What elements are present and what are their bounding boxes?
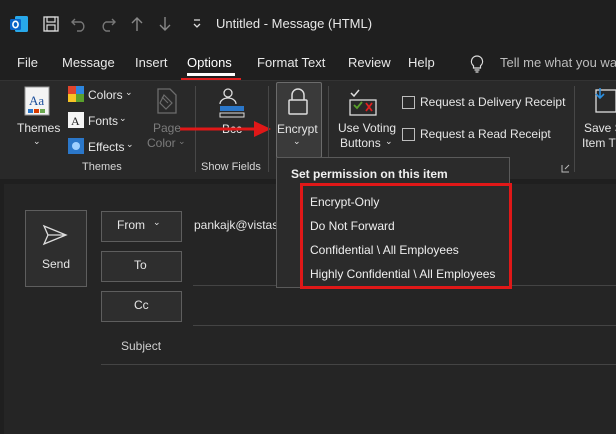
title-bar: Untitled - Message (HTML) xyxy=(0,0,616,48)
ribbon-separator xyxy=(268,86,269,172)
save-icon[interactable] xyxy=(42,15,60,33)
tell-me-search[interactable]: Tell me what you wa xyxy=(500,55,616,70)
tab-review[interactable]: Review xyxy=(348,55,391,70)
page-color-icon xyxy=(157,88,177,114)
lightbulb-icon xyxy=(470,55,484,73)
send-icon xyxy=(42,224,68,246)
encrypt-label: Encrypt xyxy=(277,122,318,136)
chevron-down-icon: ⌄ xyxy=(125,87,133,97)
delivery-receipt-checkbox[interactable] xyxy=(402,96,415,109)
fonts-button[interactable]: Fonts xyxy=(88,114,118,128)
effects-button[interactable]: Effects xyxy=(88,140,124,154)
dropdown-header: Set permission on this item xyxy=(291,167,448,181)
colors-icon xyxy=(68,86,84,102)
tab-insert[interactable]: Insert xyxy=(135,55,168,70)
use-voting-buttons-line2: Buttons xyxy=(340,136,381,150)
cc-field-underline xyxy=(193,325,616,326)
delivery-receipt-label: Request a Delivery Receipt xyxy=(420,95,566,109)
tab-options[interactable]: Options xyxy=(187,55,232,70)
send-label: Send xyxy=(42,257,71,271)
bcc-icon xyxy=(219,88,245,118)
subject-label: Subject xyxy=(121,339,162,353)
cc-label: Cc xyxy=(134,298,149,312)
chevron-down-icon: ⌄ xyxy=(153,217,161,227)
save-item-icon xyxy=(595,88,616,113)
tab-message[interactable]: Message xyxy=(62,55,115,70)
lock-icon xyxy=(288,88,308,115)
chevron-down-icon: ⌄ xyxy=(293,136,301,146)
red-highlight-box xyxy=(300,183,512,289)
to-label: To xyxy=(134,258,147,272)
read-receipt-label: Request a Read Receipt xyxy=(420,127,551,141)
tab-help[interactable]: Help xyxy=(408,55,435,70)
active-tab-indicator xyxy=(187,73,235,76)
read-receipt-checkbox[interactable] xyxy=(402,128,415,141)
from-address: pankajk@vistas xyxy=(194,218,279,232)
tab-format-text[interactable]: Format Text xyxy=(257,55,325,70)
customize-toolbar-icon[interactable] xyxy=(188,15,206,33)
dialog-launcher-icon[interactable] xyxy=(561,164,570,173)
effects-icon xyxy=(68,138,84,154)
page-color-button-line2: Color xyxy=(147,136,176,150)
fonts-icon: A xyxy=(68,112,84,128)
ribbon-separator xyxy=(574,86,575,172)
show-fields-group-label: Show Fields xyxy=(201,161,261,173)
save-item-line2: Item T xyxy=(582,136,616,150)
page-color-button[interactable]: Page xyxy=(153,121,181,135)
from-label: From xyxy=(117,218,145,232)
svg-text:A: A xyxy=(71,114,80,128)
window-title: Untitled - Message (HTML) xyxy=(216,16,373,31)
outlook-logo-icon xyxy=(10,16,28,32)
tab-file[interactable]: File xyxy=(17,55,38,70)
red-arrow-annotation xyxy=(180,121,271,137)
chevron-down-icon: ⌄ xyxy=(126,139,134,149)
down-arrow-icon[interactable] xyxy=(156,15,174,33)
redo-icon[interactable] xyxy=(99,15,117,33)
themes-icon: Aa xyxy=(24,86,50,116)
up-arrow-icon[interactable] xyxy=(128,15,146,33)
subject-field-underline xyxy=(101,364,616,365)
undo-icon[interactable] xyxy=(70,15,88,33)
save-item-button[interactable]: Save S xyxy=(584,121,616,135)
chevron-down-icon: ⌄ xyxy=(385,136,393,146)
colors-button[interactable]: Colors xyxy=(88,88,123,102)
chevron-down-icon: ⌄ xyxy=(119,113,127,123)
svg-text:Aa: Aa xyxy=(29,93,44,108)
use-voting-buttons-button[interactable]: Use Voting xyxy=(338,121,396,135)
chevron-down-icon: ⌄ xyxy=(33,136,41,146)
themes-button[interactable]: Themes xyxy=(17,121,60,135)
themes-group-label: Themes xyxy=(82,161,122,173)
send-button[interactable] xyxy=(25,210,87,287)
voting-buttons-icon xyxy=(349,89,377,116)
